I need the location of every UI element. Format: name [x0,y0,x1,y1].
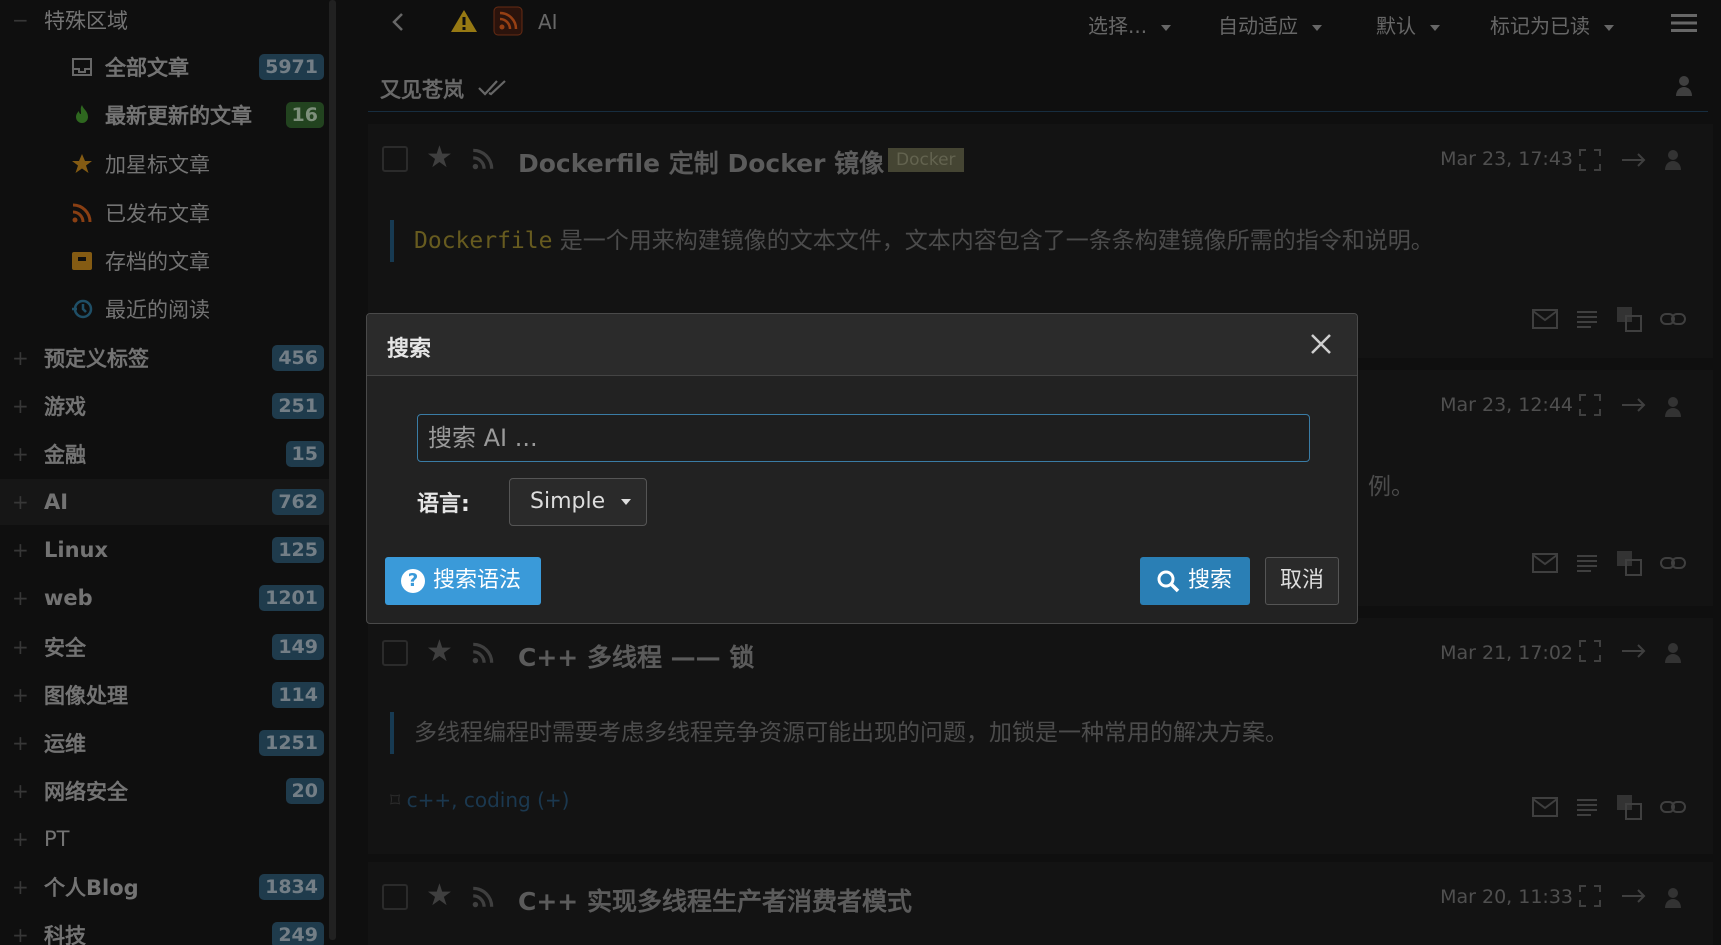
search-icon [1157,570,1180,593]
search-syntax-label: 搜索语法 [433,568,522,593]
chevron-down-icon [621,499,632,505]
dialog-header: 搜索 [367,314,1357,376]
search-button-label: 搜索 [1188,568,1233,593]
search-button[interactable]: 搜索 [1140,557,1250,605]
search-dialog: 搜索 语言: Simple ? 搜索语法 搜索 取消 [366,313,1358,624]
dialog-title: 搜索 [387,337,432,362]
language-select[interactable]: Simple [509,478,647,526]
search-syntax-button[interactable]: ? 搜索语法 [385,557,541,605]
language-label: 语言: [417,492,470,517]
close-icon[interactable] [1307,330,1335,358]
help-icon: ? [401,569,425,593]
language-value: Simple [530,489,606,514]
cancel-button[interactable]: 取消 [1265,557,1339,605]
cancel-button-label: 取消 [1279,568,1324,593]
search-input[interactable] [417,414,1310,462]
